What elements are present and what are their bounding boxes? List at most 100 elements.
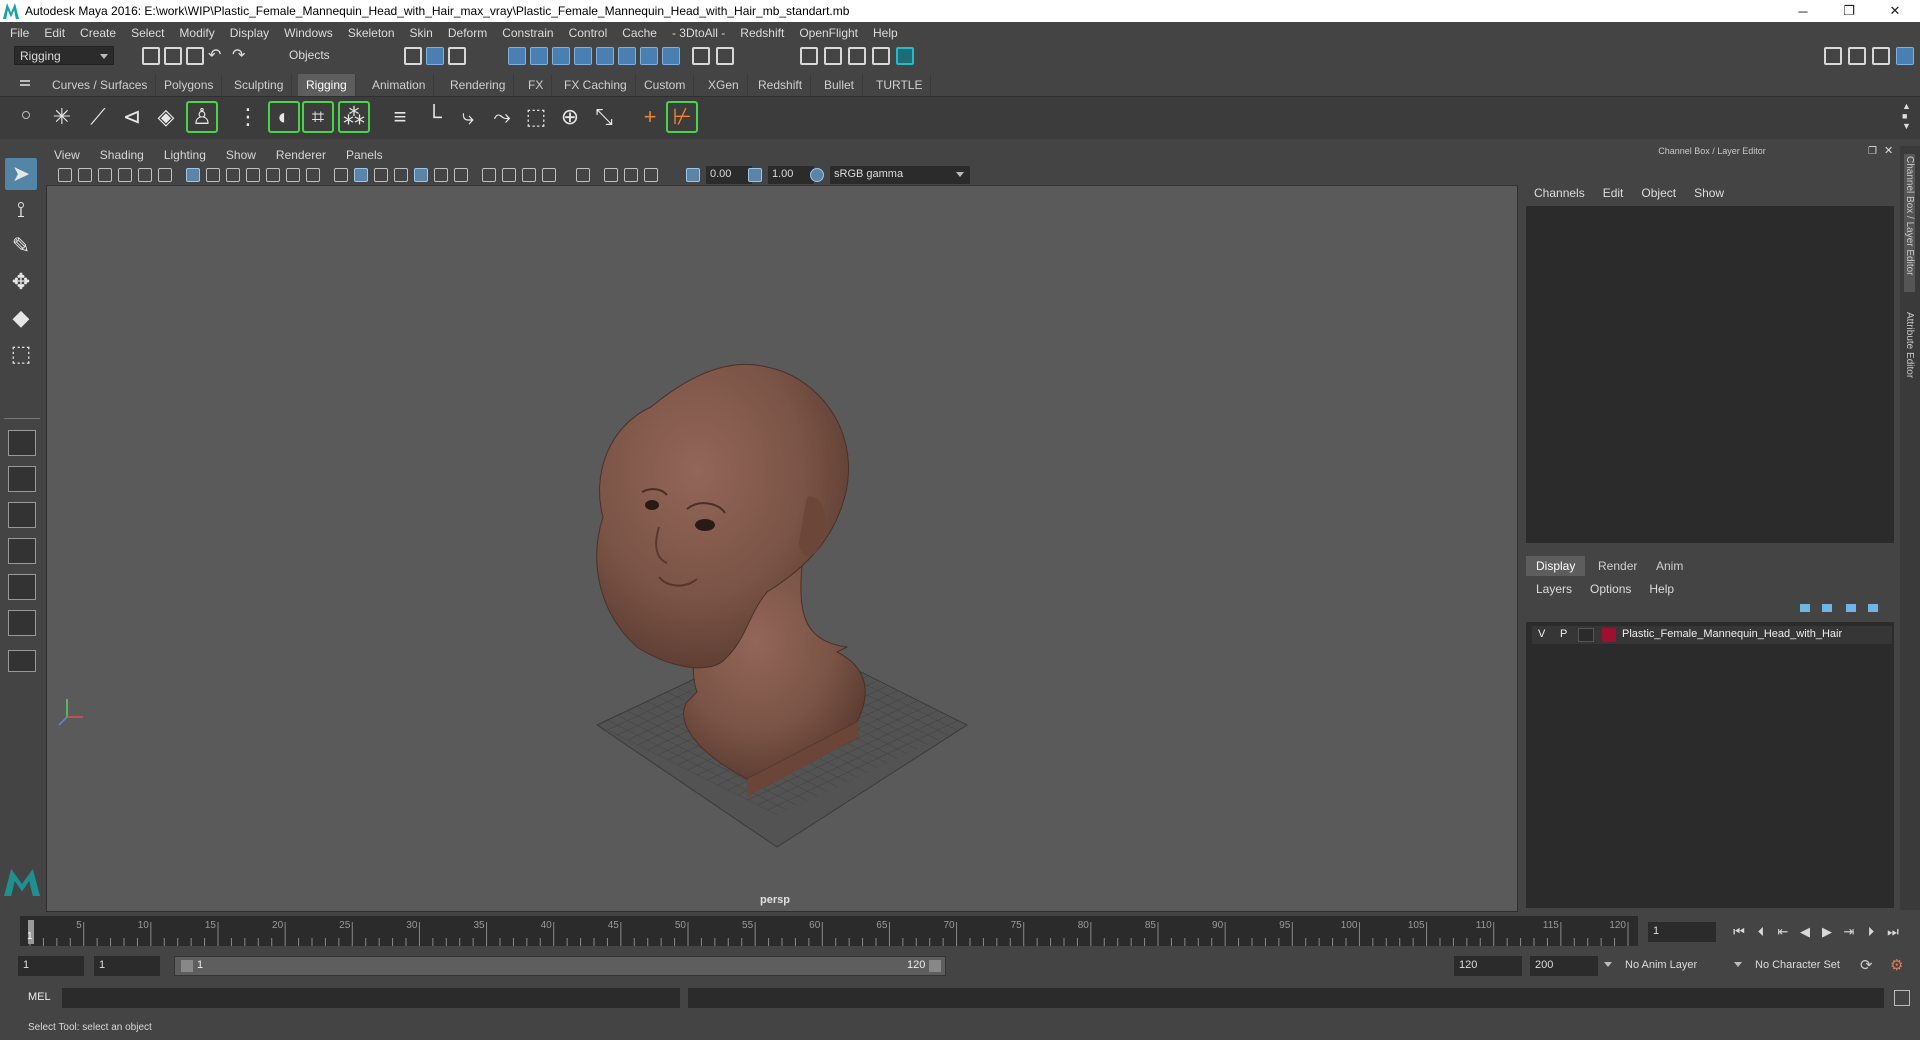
- pole-vector-icon[interactable]: ⤡: [588, 101, 620, 133]
- tab-display[interactable]: Display: [1526, 556, 1586, 576]
- menu-deform[interactable]: Deform: [448, 26, 487, 40]
- menu-control[interactable]: Control: [569, 26, 608, 40]
- play-forward-icon[interactable]: ▶: [1818, 924, 1836, 940]
- vp-menu-panels[interactable]: Panels: [346, 148, 383, 162]
- menu-create[interactable]: Create: [80, 26, 116, 40]
- joint-tool-icon[interactable]: ✳: [46, 101, 78, 133]
- shelf-scroll-icon[interactable]: ▲ ■ ▼: [1902, 101, 1911, 131]
- image-plane-icon[interactable]: [118, 168, 132, 182]
- lock-icon[interactable]: [692, 47, 710, 65]
- close-panel-icon[interactable]: ✕: [1884, 144, 1893, 157]
- step-back-frame-icon[interactable]: ⏴: [1752, 924, 1770, 940]
- tab-xgen[interactable]: XGen: [700, 74, 748, 96]
- gamma-field[interactable]: 1.00: [768, 166, 814, 184]
- menu-windows[interactable]: Windows: [284, 26, 333, 40]
- anim-layer-dropdown[interactable]: No Anim Layer: [1620, 956, 1740, 976]
- lasso-tool-icon[interactable]: ⟟: [5, 194, 37, 226]
- tab-rigging[interactable]: Rigging: [298, 74, 356, 96]
- attribute-editor-toggle-icon[interactable]: [1848, 47, 1866, 65]
- select-tool-icon[interactable]: ➤: [5, 158, 37, 190]
- move-tool-icon[interactable]: ✥: [5, 266, 37, 298]
- set-driven-key-icon[interactable]: ⊬: [666, 101, 698, 133]
- select-object-icon[interactable]: [426, 47, 444, 65]
- grid-toggle-icon[interactable]: [186, 168, 200, 182]
- options-menu[interactable]: Options: [1590, 582, 1631, 596]
- vp-menu-view[interactable]: View: [54, 148, 80, 162]
- menu-skeleton[interactable]: Skeleton: [348, 26, 395, 40]
- locator-icon[interactable]: +: [634, 101, 666, 133]
- xray-icon[interactable]: [604, 168, 618, 182]
- snap-view-plane-icon[interactable]: [574, 47, 592, 65]
- parent-constraint-icon[interactable]: ⤳: [486, 101, 518, 133]
- cluster-icon[interactable]: ⁂: [338, 101, 370, 133]
- snap-point-icon[interactable]: [552, 47, 570, 65]
- shelf-menu-icon[interactable]: [20, 80, 30, 82]
- 2d-pan-zoom-icon[interactable]: [138, 168, 152, 182]
- symmetry-icon[interactable]: [618, 47, 636, 65]
- float-panel-icon[interactable]: ❐: [1868, 146, 1877, 157]
- undo-icon[interactable]: ↶: [208, 45, 221, 65]
- gamma-icon[interactable]: [748, 168, 762, 182]
- film-gate-icon[interactable]: [206, 168, 220, 182]
- wireframe-on-shaded-icon[interactable]: [394, 168, 408, 182]
- menu-display[interactable]: Display: [230, 26, 269, 40]
- help-snap-icon[interactable]: [662, 47, 680, 65]
- field-chart-icon[interactable]: [266, 168, 280, 182]
- channel-list[interactable]: [1526, 206, 1894, 543]
- go-to-end-icon[interactable]: ⏭: [1884, 924, 1902, 940]
- range-end-handle[interactable]: [929, 960, 941, 972]
- camera-attributes-icon[interactable]: [78, 168, 92, 182]
- single-perspective-layout-icon[interactable]: [8, 430, 36, 456]
- motion-blur-icon[interactable]: [502, 168, 516, 182]
- lattice-icon[interactable]: ⌗: [302, 101, 334, 133]
- attribute-editor-side-tab[interactable]: Attribute Editor: [1904, 312, 1915, 378]
- tab-animation[interactable]: Animation: [364, 74, 435, 96]
- move-layer-up-icon[interactable]: [1800, 604, 1810, 612]
- close-button[interactable]: ✕: [1872, 0, 1918, 22]
- safe-action-icon[interactable]: [286, 168, 300, 182]
- tab-fx-caching[interactable]: FX Caching: [556, 74, 636, 96]
- playback-start-field[interactable]: 1: [94, 956, 160, 976]
- persp-graph-layout-icon[interactable]: [8, 538, 36, 564]
- object-menu[interactable]: Object: [1641, 186, 1676, 202]
- step-forward-frame-icon[interactable]: ⏵: [1862, 924, 1880, 940]
- bookmark-icon[interactable]: [98, 168, 112, 182]
- persp-outliner-layout-icon[interactable]: [8, 502, 36, 528]
- gate-mask-icon[interactable]: [246, 168, 260, 182]
- vp-menu-shading[interactable]: Shading: [100, 148, 144, 162]
- scale-tool-icon[interactable]: ⬚: [5, 338, 37, 370]
- layers-menu[interactable]: Layers: [1536, 582, 1572, 596]
- menu-edit[interactable]: Edit: [44, 26, 65, 40]
- tab-polygons[interactable]: Polygons: [156, 74, 223, 96]
- menu-redshift[interactable]: Redshift: [740, 26, 784, 40]
- chevron-down-icon[interactable]: [1734, 962, 1742, 967]
- aim-constraint-icon[interactable]: ⊕: [554, 101, 586, 133]
- wireframe-icon[interactable]: [334, 168, 348, 182]
- help-menu[interactable]: Help: [1649, 582, 1674, 596]
- minimize-button[interactable]: ─: [1780, 0, 1826, 22]
- step-forward-key-icon[interactable]: ⇥: [1840, 924, 1858, 940]
- menu-file[interactable]: File: [10, 26, 29, 40]
- menu-set-dropdown[interactable]: Rigging: [14, 46, 114, 65]
- show-menu[interactable]: Show: [1694, 186, 1724, 202]
- tool-settings-toggle-icon[interactable]: [1872, 47, 1890, 65]
- perspective-viewport[interactable]: [46, 146, 1518, 912]
- xray-joints-icon[interactable]: [644, 168, 658, 182]
- character-set-dropdown[interactable]: No Character Set: [1750, 956, 1870, 976]
- new-layer-selected-icon[interactable]: [1868, 604, 1878, 612]
- select-camera-icon[interactable]: [58, 168, 72, 182]
- save-scene-icon[interactable]: [186, 47, 204, 65]
- construction-history-icon[interactable]: [716, 47, 734, 65]
- auto-key-icon[interactable]: ⟳: [1860, 956, 1873, 974]
- four-view-layout-icon[interactable]: [8, 466, 36, 492]
- exposure-field[interactable]: 0.00: [706, 166, 752, 184]
- layer-visibility-toggle[interactable]: V: [1538, 628, 1545, 640]
- screen-space-ao-icon[interactable]: [482, 168, 496, 182]
- channel-box-toggle-icon[interactable]: [1896, 47, 1914, 65]
- range-start-handle[interactable]: [181, 960, 193, 972]
- textured-icon[interactable]: [414, 168, 428, 182]
- depth-of-field-icon[interactable]: [542, 168, 556, 182]
- edit-menu[interactable]: Edit: [1603, 186, 1624, 202]
- layer-color-swatch[interactable]: [1602, 628, 1616, 642]
- humanik-icon[interactable]: ♙: [186, 101, 218, 133]
